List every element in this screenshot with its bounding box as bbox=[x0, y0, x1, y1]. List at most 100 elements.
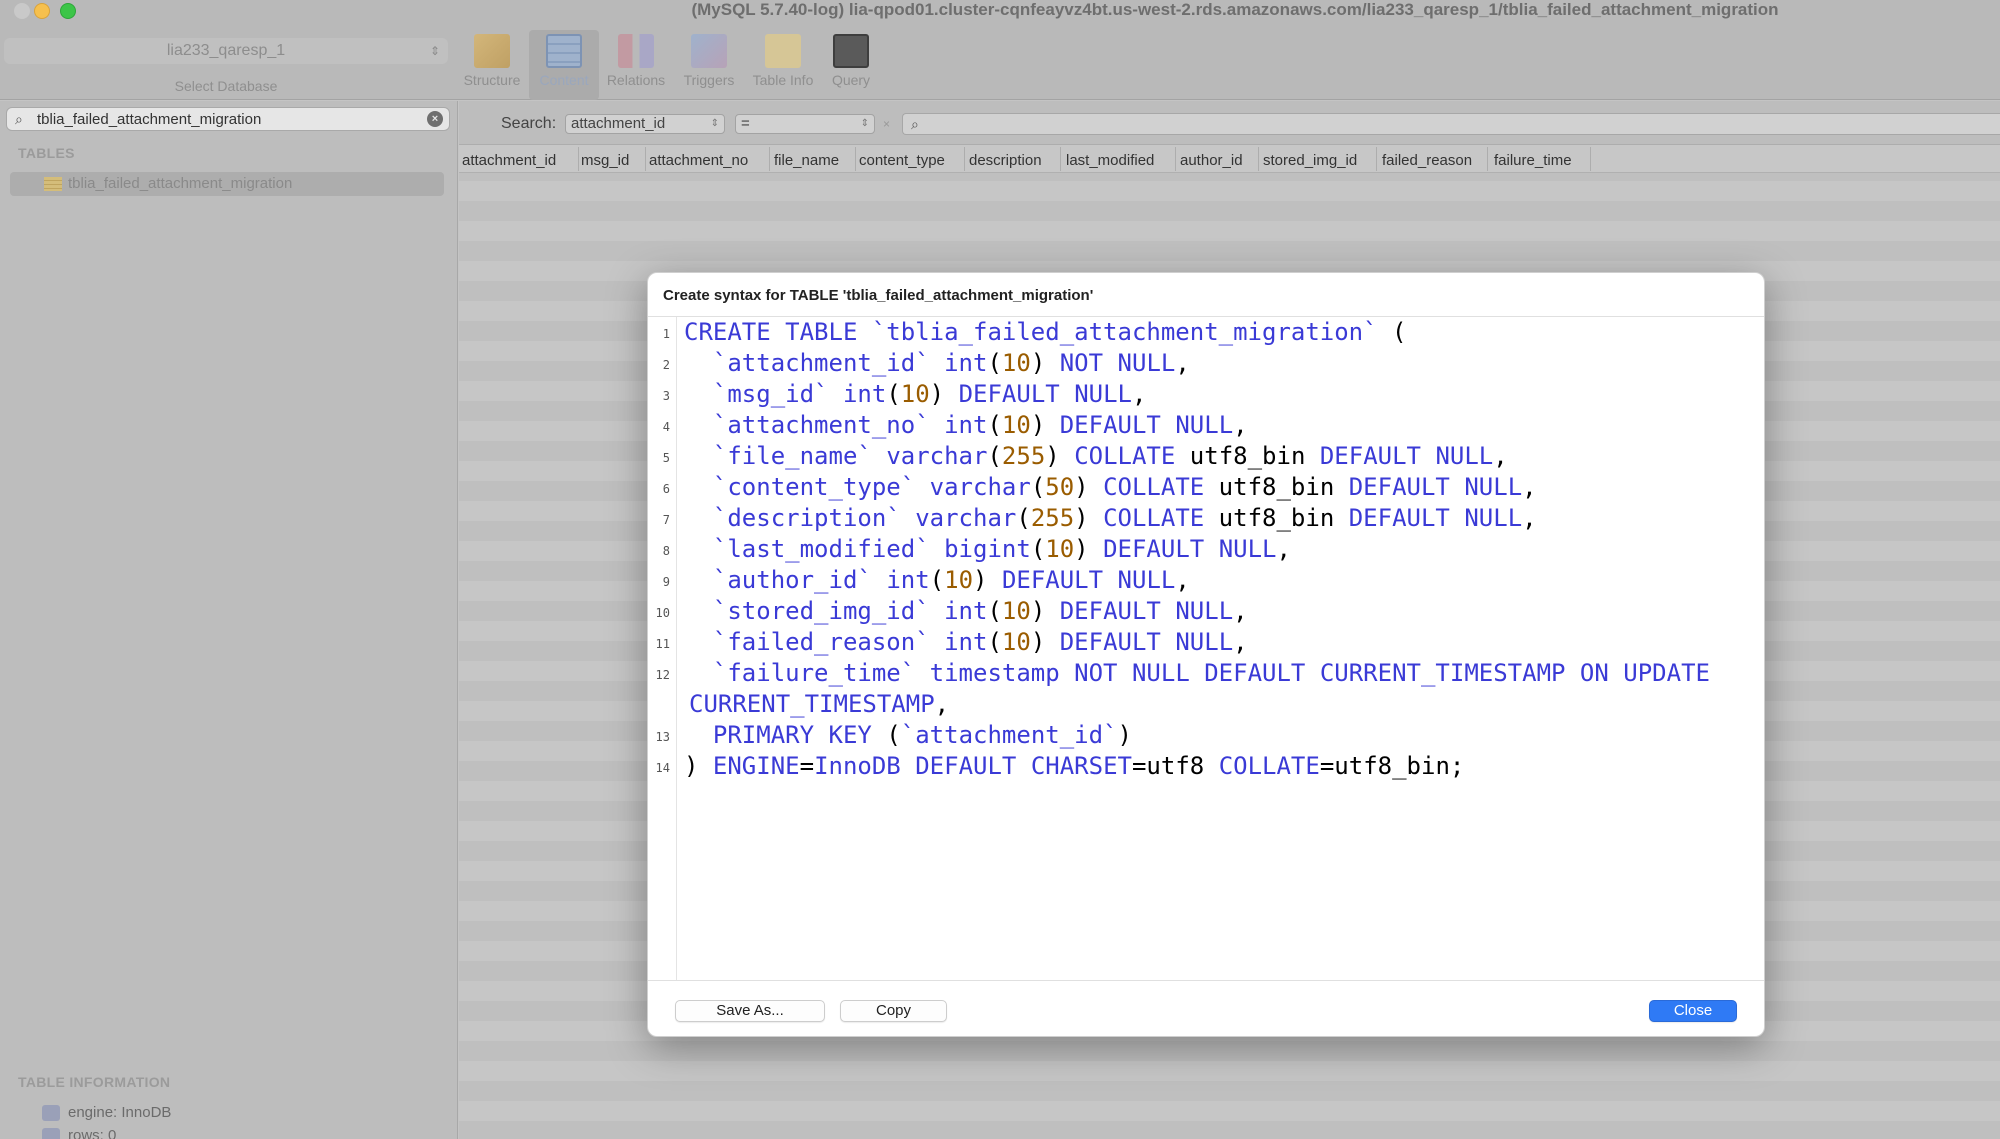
tab-relations-label: Relations bbox=[606, 72, 666, 88]
code-line: `content_type` varchar(50) COLLATE utf8_… bbox=[712, 473, 1537, 501]
tab-query[interactable]: Query bbox=[816, 30, 886, 100]
sidebar-item-table[interactable]: tblia_failed_attachment_migration bbox=[10, 172, 444, 196]
tab-table-info-label: Table Info bbox=[752, 72, 814, 88]
content-icon bbox=[546, 34, 582, 68]
code-line: `file_name` varchar(255) COLLATE utf8_bi… bbox=[712, 442, 1508, 470]
query-icon bbox=[833, 34, 869, 68]
clear-icon[interactable]: × bbox=[883, 117, 890, 131]
tab-structure[interactable]: Structure bbox=[457, 30, 527, 100]
column-header-author-id[interactable]: author_id bbox=[1180, 152, 1243, 169]
copy-button[interactable]: Copy bbox=[840, 1000, 947, 1022]
close-button[interactable]: Close bbox=[1649, 1000, 1737, 1022]
divider bbox=[648, 980, 1764, 981]
search-icon: ⌕ bbox=[911, 116, 919, 132]
line-number: 5 bbox=[662, 451, 670, 465]
column-separator[interactable] bbox=[964, 147, 965, 171]
column-separator[interactable] bbox=[578, 147, 579, 171]
table-information-heading: TABLE INFORMATION bbox=[18, 1074, 171, 1090]
table-info-engine: engine: InnoDB bbox=[42, 1104, 172, 1121]
code-line: `failed_reason` int(10) DEFAULT NULL, bbox=[712, 628, 1248, 656]
line-number-gutter: 1 2 3 4 5 6 7 8 9 10 11 12 13 14 bbox=[648, 317, 677, 980]
code-line: CURRENT_TIMESTAMP, bbox=[689, 690, 950, 718]
sidebar-item-table-label: tblia_failed_attachment_migration bbox=[68, 175, 293, 192]
chevron-updown-icon: ⇕ bbox=[860, 118, 869, 129]
relations-icon bbox=[618, 34, 654, 68]
column-header-failure-time[interactable]: failure_time bbox=[1494, 152, 1572, 169]
content-filter-bar: Search: attachment_id ⇕ = ⇕ × ⌕ bbox=[459, 101, 2000, 145]
clear-filter-icon[interactable]: × bbox=[427, 111, 443, 127]
code-line: CREATE TABLE `tblia_failed_attachment_mi… bbox=[684, 318, 1407, 346]
filter-value-input[interactable]: ⌕ bbox=[902, 113, 2000, 135]
sql-code-editor[interactable]: 1 2 3 4 5 6 7 8 9 10 11 12 13 14 CREATE … bbox=[648, 317, 1764, 980]
table-column-header: attachment_id msg_id attachment_no file_… bbox=[459, 145, 2000, 173]
filter-field-select[interactable]: attachment_id ⇕ bbox=[565, 114, 725, 134]
chevron-updown-icon: ⇕ bbox=[429, 44, 440, 58]
save-as-button[interactable]: Save As... bbox=[675, 1000, 825, 1022]
column-header-attachment-no[interactable]: attachment_no bbox=[649, 152, 748, 169]
line-number: 13 bbox=[655, 730, 670, 744]
column-header-last-modified[interactable]: last_modified bbox=[1066, 152, 1154, 169]
triggers-icon bbox=[691, 34, 727, 68]
column-separator[interactable] bbox=[769, 147, 770, 171]
tab-content-label: Content bbox=[539, 72, 589, 88]
create-syntax-dialog: Create syntax for TABLE 'tblia_failed_at… bbox=[647, 272, 1765, 1037]
filter-field-value: attachment_id bbox=[571, 115, 666, 132]
info-bullet-icon bbox=[42, 1105, 60, 1121]
column-header-attachment-id[interactable]: attachment_id bbox=[462, 152, 556, 169]
column-separator[interactable] bbox=[1376, 147, 1377, 171]
tab-content[interactable]: Content bbox=[529, 30, 599, 100]
close-window-button[interactable] bbox=[14, 3, 30, 19]
column-header-description[interactable]: description bbox=[969, 152, 1042, 169]
line-number: 14 bbox=[655, 761, 670, 775]
code-line: `attachment_no` int(10) DEFAULT NULL, bbox=[712, 411, 1248, 439]
tab-triggers[interactable]: Triggers bbox=[674, 30, 744, 100]
column-separator[interactable] bbox=[645, 147, 646, 171]
column-header-file-name[interactable]: file_name bbox=[774, 152, 839, 169]
table-info-icon bbox=[765, 34, 801, 68]
column-separator[interactable] bbox=[1060, 147, 1061, 171]
tab-relations[interactable]: Relations bbox=[601, 30, 671, 100]
code-line: `failure_time` timestamp NOT NULL DEFAUL… bbox=[712, 659, 1710, 687]
column-separator[interactable] bbox=[1487, 147, 1488, 171]
column-separator[interactable] bbox=[1590, 147, 1591, 171]
code-line: PRIMARY KEY (`attachment_id`) bbox=[712, 721, 1132, 749]
column-separator[interactable] bbox=[1258, 147, 1259, 171]
column-header-stored-img-id[interactable]: stored_img_id bbox=[1263, 152, 1357, 169]
table-info-engine-text: engine: InnoDB bbox=[68, 1104, 172, 1121]
line-number: 4 bbox=[662, 420, 670, 434]
tables-heading: TABLES bbox=[18, 145, 75, 161]
zoom-window-button[interactable] bbox=[60, 3, 76, 19]
sidebar: ⌕ tblia_failed_attachment_migration × TA… bbox=[0, 101, 458, 1139]
search-icon: ⌕ bbox=[15, 111, 23, 127]
database-select[interactable]: lia233_qaresp_1 ⇕ bbox=[4, 38, 448, 64]
code-line: `msg_id` int(10) DEFAULT NULL, bbox=[712, 380, 1147, 408]
line-number: 10 bbox=[655, 606, 670, 620]
column-header-failed-reason[interactable]: failed_reason bbox=[1382, 152, 1472, 169]
filter-operator-select[interactable]: = ⇕ bbox=[735, 114, 875, 134]
line-number: 9 bbox=[662, 575, 670, 589]
minimize-window-button[interactable] bbox=[34, 3, 50, 19]
line-number: 12 bbox=[655, 668, 670, 682]
column-separator[interactable] bbox=[855, 147, 856, 171]
filter-operator-value: = bbox=[741, 115, 750, 132]
tab-structure-label: Structure bbox=[463, 72, 521, 88]
column-header-content-type[interactable]: content_type bbox=[859, 152, 945, 169]
structure-icon bbox=[474, 34, 510, 68]
column-separator[interactable] bbox=[1175, 147, 1176, 171]
line-number: 3 bbox=[662, 389, 670, 403]
code-line: ) ENGINE=InnoDB DEFAULT CHARSET=utf8 COL… bbox=[684, 752, 1465, 780]
tab-table-info[interactable]: Table Info bbox=[748, 30, 818, 100]
column-header-msg-id[interactable]: msg_id bbox=[581, 152, 629, 169]
code-line: `last_modified` bigint(10) DEFAULT NULL, bbox=[712, 535, 1291, 563]
search-label: Search: bbox=[501, 115, 557, 132]
code-line: `attachment_id` int(10) NOT NULL, bbox=[712, 349, 1190, 377]
table-icon bbox=[44, 177, 62, 191]
database-select-value: lia233_qaresp_1 bbox=[166, 42, 286, 59]
table-filter-value: tblia_failed_attachment_migration bbox=[37, 111, 262, 128]
tab-query-label: Query bbox=[831, 72, 871, 88]
line-number: 1 bbox=[662, 327, 670, 341]
line-number: 6 bbox=[662, 482, 670, 496]
code-line: `stored_img_id` int(10) DEFAULT NULL, bbox=[712, 597, 1248, 625]
toolbar: (MySQL 5.7.40-log) lia-qpod01.cluster-cq… bbox=[0, 0, 2000, 100]
table-filter-input[interactable]: ⌕ tblia_failed_attachment_migration × bbox=[6, 107, 450, 131]
